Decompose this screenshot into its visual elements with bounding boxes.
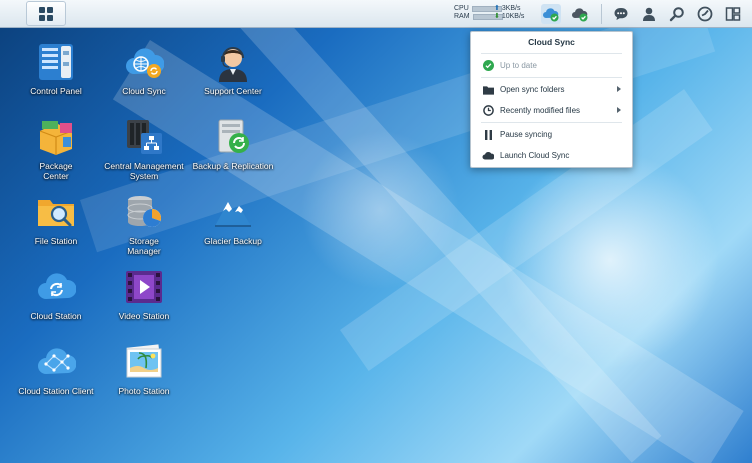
desktop-icon-cloud-station-client[interactable]: Cloud Station Client [13, 340, 99, 396]
upload-speed: 3KB/s [501, 5, 521, 12]
menu-item-pause-syncing[interactable]: Pause syncing [471, 124, 632, 145]
desktop-icon-label: Central Management System [104, 161, 184, 181]
grid-icon [39, 6, 53, 21]
sync-status-text: Up to date [500, 61, 537, 70]
menu-item-label: Recently modified files [500, 106, 581, 115]
desktop-icon-storage-manager[interactable]: Storage Manager [101, 190, 187, 256]
user-menu-button[interactable] [639, 4, 659, 24]
desktop-icon-label: Control Panel [30, 86, 82, 96]
desktop-icon-label: Package Center [39, 161, 73, 181]
menu-item-launch-cloud-sync[interactable]: Launch Cloud Sync [471, 145, 632, 166]
clock-icon [482, 105, 494, 117]
control-panel-icon [39, 44, 73, 80]
window-tiles-icon [725, 7, 741, 21]
menu-item-label: Pause syncing [500, 130, 553, 139]
desktop-icon-label: Cloud Station [30, 311, 82, 321]
desktop-icon-label: Cloud Sync [122, 86, 166, 96]
desktop-icon-central-management-system[interactable]: Central Management System [101, 115, 187, 181]
desktop-icon-support-center[interactable]: Support Center [190, 40, 276, 96]
desktop-icon-control-panel[interactable]: Control Panel [13, 40, 99, 96]
central-management-system-icon [127, 120, 162, 154]
popup-divider [481, 53, 622, 54]
desktop-icon-cloud-station[interactable]: Cloud Station [13, 265, 99, 321]
menu-item-label: Open sync folders [500, 85, 565, 94]
desktop-icon-label: Cloud Station Client [18, 386, 94, 396]
network-monitor-widget[interactable]: ⬆ 3KB/s ⬇ 10KB/s [494, 5, 524, 21]
cloud-icon [482, 150, 494, 162]
desktop-icon-package-center[interactable]: Package Center [13, 115, 99, 181]
dashboard-gauge-icon [697, 6, 713, 22]
file-station-icon [38, 200, 74, 227]
cloud-station-icon [38, 273, 76, 299]
user-icon [643, 7, 655, 21]
cloud-sync-popup-menu: Cloud Sync Up to date Open sync folders … [470, 31, 633, 168]
show-desktop-button[interactable] [723, 4, 743, 24]
search-button[interactable] [667, 4, 687, 24]
desktop-icon-label: Storage Manager [127, 236, 161, 256]
popup-title: Cloud Sync [528, 37, 575, 47]
download-speed: 10KB/s [501, 13, 525, 20]
desktop-icon-file-station[interactable]: File Station [13, 190, 99, 246]
cloud-sync-tray-button[interactable] [541, 4, 561, 24]
desktop-icon-label: Video Station [118, 311, 170, 321]
backup-replication-icon [218, 119, 249, 153]
menu-item-label: Launch Cloud Sync [500, 151, 570, 160]
submenu-arrow-icon [617, 107, 621, 113]
desktop-icon-label: File Station [34, 236, 78, 246]
cloud-station-client-icon [38, 348, 76, 374]
taskbar: CPU RAM ⬆ 3KB/s ⬇ 10KB/s [0, 0, 752, 28]
desktop-icon-label: Backup & Replication [192, 161, 274, 171]
upload-arrow-icon: ⬆ [494, 5, 500, 12]
chat-bubble-icon [614, 8, 628, 20]
cpu-label: CPU [454, 5, 469, 12]
download-arrow-icon: ⬇ [494, 13, 500, 20]
desktop-icon-label: Photo Station [118, 386, 170, 396]
photo-station-icon [126, 344, 162, 378]
notifications-button[interactable] [611, 4, 631, 24]
menu-item-open-sync-folders[interactable]: Open sync folders [471, 79, 632, 100]
storage-manager-icon [127, 196, 162, 227]
support-center-icon [219, 47, 247, 82]
desktop-icon-backup-replication[interactable]: Backup & Replication [190, 115, 276, 171]
submenu-arrow-icon [617, 86, 621, 92]
cloud-sync-icon [126, 48, 164, 78]
desktop-icon-cloud-sync[interactable]: Cloud Sync [101, 40, 187, 96]
cloud-station-tray-button[interactable] [570, 4, 590, 24]
cloud-sync-tray-icon [543, 8, 559, 22]
search-icon [669, 7, 684, 22]
taskbar-divider [601, 4, 602, 24]
desktop-icon-photo-station[interactable]: Photo Station [101, 340, 187, 396]
cloud-station-tray-icon [572, 8, 588, 22]
widgets-button[interactable] [695, 4, 715, 24]
sync-status-row: Up to date [471, 55, 632, 76]
folder-icon [482, 84, 494, 96]
desktop-icon-label: Glacier Backup [204, 236, 262, 246]
popup-divider [481, 122, 622, 123]
popup-divider [481, 77, 622, 78]
package-center-icon [39, 121, 73, 155]
desktop-icon-video-station[interactable]: Video Station [101, 265, 187, 321]
ram-label: RAM [454, 13, 470, 20]
glacier-mountain-icon [215, 202, 251, 227]
video-station-icon [126, 271, 162, 303]
menu-item-recently-modified-files[interactable]: Recently modified files [471, 100, 632, 121]
desktop-icon-label: Support Center [204, 86, 262, 96]
desktop-icon-glacier-backup[interactable]: Glacier Backup [190, 190, 276, 246]
pause-icon [482, 129, 494, 141]
checkmark-circle-icon [482, 60, 494, 72]
main-menu-button[interactable] [26, 1, 66, 26]
